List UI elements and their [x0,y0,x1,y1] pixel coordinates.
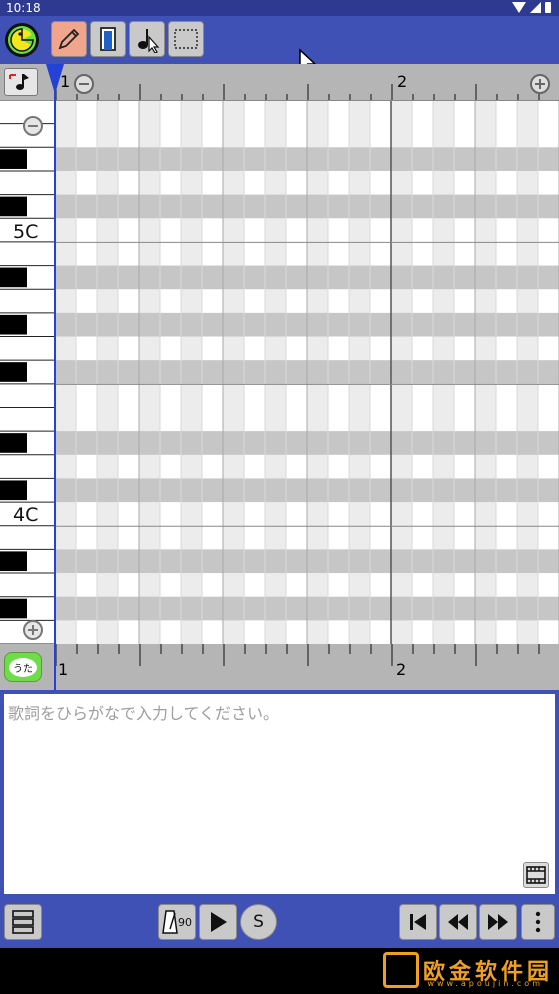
black-key [0,433,27,453]
playhead-marker-icon[interactable] [45,64,65,96]
black-key [0,480,27,501]
piano-keys [0,99,55,645]
playhead-line[interactable] [54,66,56,690]
lyrics-panel [0,690,559,896]
tempo-button[interactable]: 90 [158,904,196,940]
watermark-logo [382,952,419,988]
eraser-icon [100,27,116,51]
toolbar [0,16,559,76]
play-button[interactable] [199,904,237,940]
pacman-icon [8,26,36,54]
menu-list-button[interactable] [4,904,42,940]
signal-icon [530,2,541,13]
status-time: 10:18 [6,1,41,15]
film-strip-icon [526,866,546,884]
black-key [0,362,27,382]
zoom-in-vertical-icon[interactable] [21,618,45,642]
dashed-rectangle-icon [174,29,198,49]
rewind-button[interactable] [439,904,477,940]
black-key [0,551,27,572]
fast-forward-button[interactable] [479,904,517,940]
zoom-out-vertical-icon[interactable] [21,114,45,138]
more-vertical-icon [535,911,541,933]
skip-start-icon [410,914,426,930]
eraser-tool-button[interactable] [90,21,126,57]
transport-bar: 90 S [0,896,559,948]
voice-character-button[interactable] [5,23,39,57]
note-select-tool-button[interactable] [129,21,165,57]
note-cursor-icon [138,29,160,53]
bottom-ruler-ticks [55,644,540,666]
pencil-tool-button[interactable] [51,21,87,57]
top-ruler-ticks [55,84,540,100]
black-key [0,598,27,619]
black-key [0,149,27,169]
battery-icon [545,2,551,13]
rewind-icon [448,914,468,930]
skip-to-start-button[interactable] [399,904,437,940]
piano-keyboard[interactable]: 5C 4C [0,99,55,645]
black-key [0,196,27,217]
note-grid[interactable] [55,100,559,644]
video-export-button[interactable] [523,862,549,888]
solo-label: S [253,912,264,932]
play-icon [211,912,227,932]
watermark-url: www.apoujin.com [427,979,543,988]
range-select-tool-button[interactable] [168,21,204,57]
solo-button[interactable]: S [240,904,277,940]
black-key [0,314,27,335]
wifi-icon [512,2,526,13]
lyrics-input[interactable] [4,694,555,894]
top-ruler[interactable]: 1 2 [0,64,559,100]
status-bar: 10:18 [0,0,559,16]
pencil-icon [58,28,80,50]
list-icon [12,910,34,934]
fast-forward-icon [488,914,508,930]
tempo-value: 90 [178,915,192,929]
watermark: 欧金软件园 www.apoujin.com [382,950,553,990]
octave-label-5c: 5C [13,221,39,243]
black-key [0,267,27,288]
bottom-ruler[interactable]: うた 1 2 [0,644,559,690]
metronome-icon [162,910,178,934]
octave-label-4c: 4C [13,504,39,526]
more-options-button[interactable] [521,904,555,940]
grid-lines [55,100,559,644]
